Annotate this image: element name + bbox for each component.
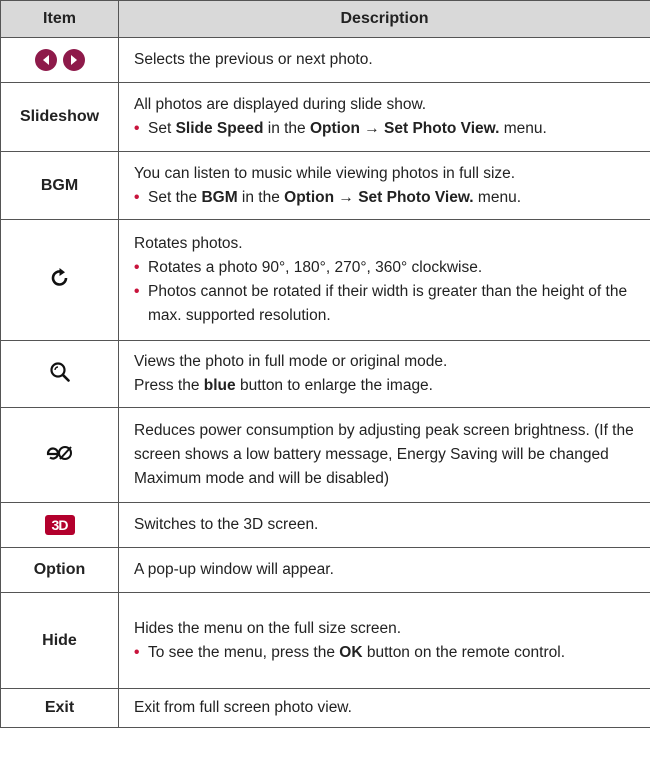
- row-desc: A pop-up window will appear.: [118, 547, 650, 593]
- photo-controls-table: Item Description Selects the previous or…: [0, 0, 650, 728]
- row-desc: Rotates photos. • Rotates a photo 90°, 18…: [118, 219, 650, 341]
- row-desc: Reduces power consumption by adjusting p…: [118, 407, 650, 503]
- row-desc: Selects the previous or next photo.: [118, 37, 650, 83]
- table-row: Exit Exit from full screen photo view.: [0, 688, 650, 728]
- row-label: Exit: [0, 688, 119, 728]
- row-desc: All photos are displayed during slide sh…: [118, 82, 650, 152]
- row-desc: Views the photo in full mode or original…: [118, 340, 650, 408]
- energy-saving-icon: [0, 407, 119, 503]
- row-desc: Switches to the 3D screen.: [118, 502, 650, 548]
- table-row: Selects the previous or next photo.: [0, 37, 650, 83]
- header-item: Item: [0, 0, 119, 38]
- prev-next-arrows-icon: [0, 37, 119, 83]
- row-label: BGM: [0, 151, 119, 220]
- table-header-row: Item Description: [0, 0, 650, 38]
- row-label: Slideshow: [0, 82, 119, 152]
- table-row: Slideshow All photos are displayed durin…: [0, 82, 650, 152]
- row-label: Option: [0, 547, 119, 593]
- row-desc: Exit from full screen photo view.: [118, 688, 650, 728]
- zoom-icon: [0, 340, 119, 408]
- table-row: BGM You can listen to music while viewin…: [0, 151, 650, 220]
- row-desc: You can listen to music while viewing ph…: [118, 151, 650, 220]
- row-label: Hide: [0, 592, 119, 689]
- table-row: Views the photo in full mode or original…: [0, 340, 650, 408]
- table-row: 3D Switches to the 3D screen.: [0, 502, 650, 548]
- row-desc: Hides the menu on the full size screen. …: [118, 592, 650, 689]
- table-row: Hide Hides the menu on the full size scr…: [0, 592, 650, 689]
- 3d-icon: 3D: [0, 502, 119, 548]
- table-row: Option A pop-up window will appear.: [0, 547, 650, 593]
- header-description: Description: [118, 0, 650, 38]
- rotate-icon: [0, 219, 119, 341]
- table-row: Rotates photos. • Rotates a photo 90°, 18…: [0, 219, 650, 341]
- table-row: Reduces power consumption by adjusting p…: [0, 407, 650, 503]
